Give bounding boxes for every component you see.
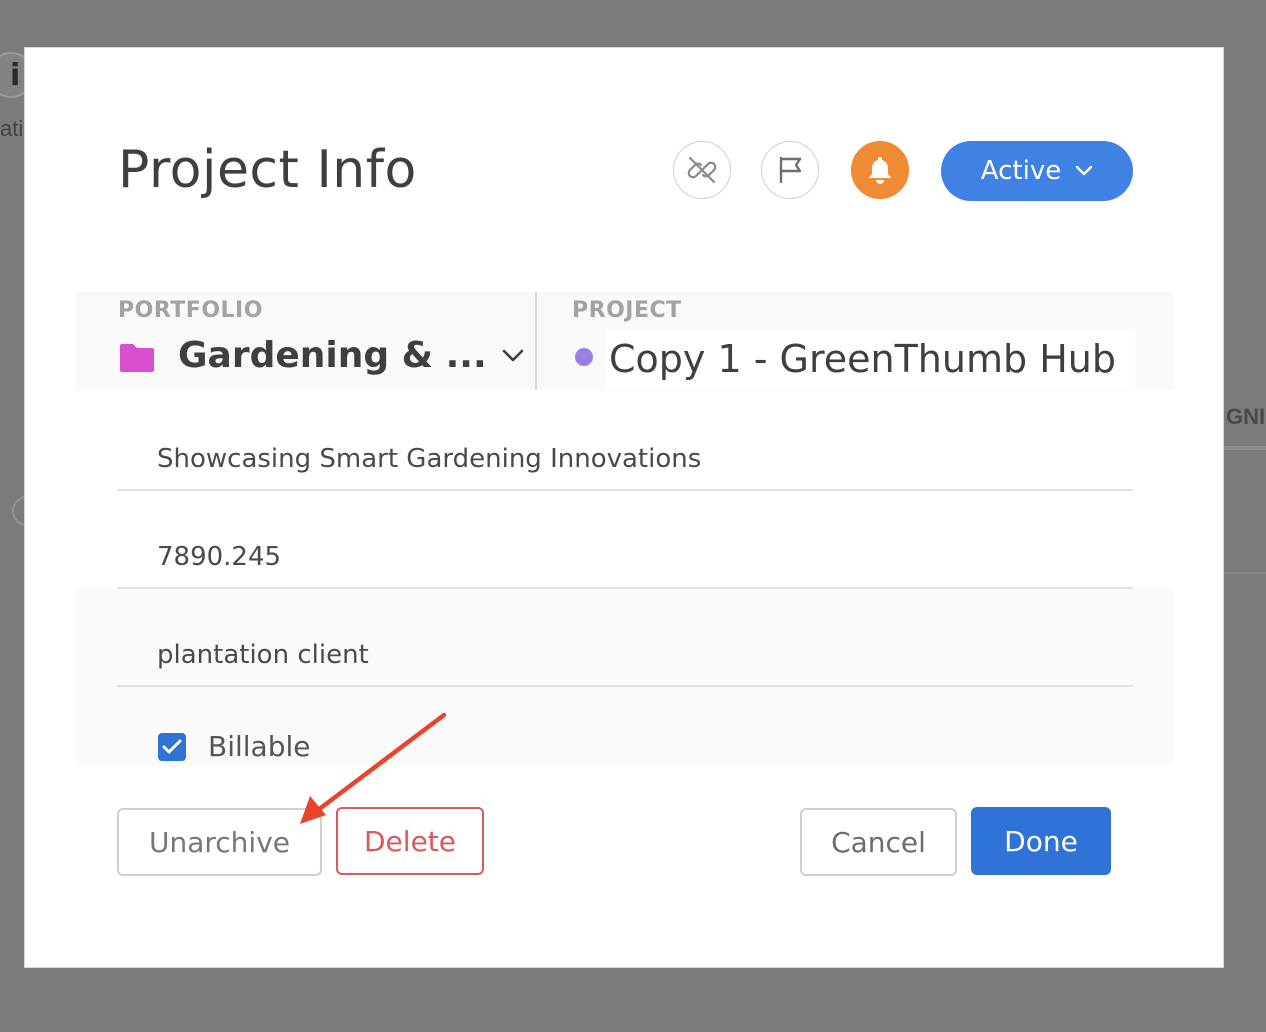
project-name-input[interactable] bbox=[605, 329, 1135, 389]
background-tab-underline bbox=[1224, 446, 1266, 450]
background-tab-text: GNI bbox=[1226, 404, 1266, 429]
portfolio-select[interactable]: Gardening & ... bbox=[178, 335, 525, 376]
description-input[interactable] bbox=[117, 429, 1133, 489]
description-row bbox=[117, 429, 1133, 491]
delete-button[interactable]: Delete bbox=[336, 807, 484, 875]
column-divider bbox=[535, 292, 537, 390]
done-button[interactable]: Done bbox=[971, 807, 1111, 875]
budget-input[interactable] bbox=[117, 527, 1133, 587]
bell-icon bbox=[869, 157, 891, 184]
portfolio-label: PORTFOLIO bbox=[118, 298, 263, 323]
unlink-icon bbox=[687, 156, 717, 184]
unlink-button[interactable] bbox=[673, 141, 731, 199]
unarchive-button[interactable]: Unarchive bbox=[117, 808, 322, 876]
project-color-dot bbox=[575, 348, 593, 366]
status-label: Active bbox=[980, 156, 1062, 186]
modal-title: Project Info bbox=[118, 140, 417, 200]
status-dropdown[interactable]: Active bbox=[941, 141, 1133, 201]
folder-icon bbox=[120, 344, 154, 372]
checkmark-icon bbox=[162, 739, 182, 753]
billable-label: Billable bbox=[208, 730, 311, 763]
client-row bbox=[117, 625, 1133, 687]
budget-row bbox=[117, 527, 1133, 589]
flag-icon bbox=[779, 157, 802, 183]
project-label: PROJECT bbox=[572, 298, 682, 323]
background-info-icon: i bbox=[10, 58, 21, 93]
billable-toggle[interactable]: Billable bbox=[158, 730, 310, 763]
background-side-text: ati bbox=[0, 116, 24, 141]
notification-button[interactable] bbox=[851, 141, 909, 199]
portfolio-name: Gardening & ... bbox=[178, 335, 487, 376]
flag-button[interactable] bbox=[761, 141, 819, 199]
chevron-down-icon bbox=[502, 349, 523, 361]
billable-checkbox[interactable] bbox=[158, 732, 186, 761]
client-input[interactable] bbox=[117, 625, 1133, 685]
background-divider bbox=[1224, 572, 1266, 574]
chevron-down-icon bbox=[1076, 165, 1093, 176]
project-info-modal: Project Info Active PORTFOLIO PROJECT Ga… bbox=[24, 47, 1224, 968]
cancel-button[interactable]: Cancel bbox=[800, 808, 957, 876]
